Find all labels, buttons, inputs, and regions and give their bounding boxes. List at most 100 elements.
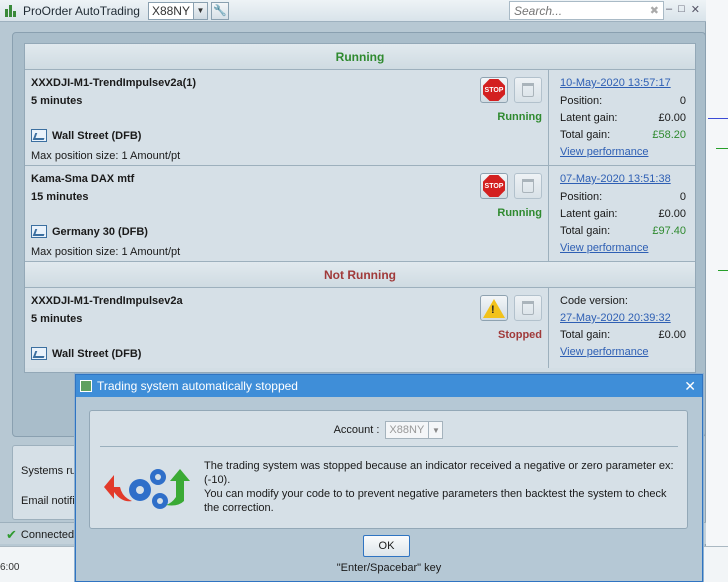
instrument-name: Germany 30 (DFB) bbox=[52, 225, 148, 238]
app-icon bbox=[4, 4, 18, 18]
system-name: Kama-Sma DAX mtf bbox=[31, 173, 135, 185]
dialog-account-select: X88NY ▼ bbox=[385, 421, 444, 439]
chart-icon bbox=[31, 347, 47, 360]
total-gain-label: Total gain: bbox=[560, 129, 611, 141]
window-title: ProOrder AutoTrading bbox=[23, 3, 140, 18]
account-select[interactable]: X88NY ▼ bbox=[147, 1, 208, 20]
trash-icon bbox=[522, 301, 534, 315]
total-gain-label: Total gain: bbox=[560, 329, 611, 341]
message-line-2: You can modify your code to to prevent n… bbox=[204, 488, 667, 514]
account-row: Account : X88NY ▼ bbox=[90, 421, 687, 439]
stop-button[interactable]: STOP bbox=[480, 77, 508, 103]
system-stats: Code version: 27-May-2020 20:39:32 Total… bbox=[555, 288, 691, 368]
message-line-1: The trading system was stopped because a… bbox=[204, 460, 674, 486]
view-performance-link[interactable]: View performance bbox=[560, 242, 648, 254]
connection-status: ✔ Connected bbox=[6, 527, 74, 543]
clear-search-icon[interactable]: ✖ bbox=[650, 4, 659, 17]
account-label: Account : bbox=[333, 424, 380, 436]
system-instrument: Germany 30 (DFB) bbox=[31, 225, 148, 238]
system-instrument: Wall Street (DFB) bbox=[31, 347, 141, 360]
system-info: XXXDJI-M1-TrendImpulsev2a 5 minutes Wall… bbox=[25, 288, 549, 368]
status-label: Running bbox=[497, 111, 542, 123]
latent-gain-value: £0.00 bbox=[658, 208, 686, 220]
total-gain-value: £58.20 bbox=[652, 129, 686, 141]
stop-icon: STOP bbox=[483, 175, 505, 197]
max-position-size: Max position size: 1 Amount/pt bbox=[31, 246, 181, 258]
system-timeframe: 5 minutes bbox=[31, 313, 83, 325]
dialog-title: Trading system automatically stopped bbox=[97, 379, 298, 393]
system-row: XXXDJI-M1-TrendImpulsev2a(1) 5 minutes W… bbox=[25, 70, 695, 166]
ok-button[interactable]: OK bbox=[363, 535, 410, 557]
stop-button[interactable]: STOP bbox=[480, 173, 508, 199]
position-label: Position: bbox=[560, 95, 603, 107]
system-name: XXXDJI-M1-TrendImpulsev2a(1) bbox=[31, 77, 197, 89]
title-bar: ProOrder AutoTrading X88NY ▼ 🔧 ✖ – □ ✕ bbox=[0, 0, 706, 22]
dialog-body: Account : X88NY ▼ The trading system was… bbox=[89, 410, 688, 529]
latent-gain-label: Latent gain: bbox=[560, 112, 618, 124]
stop-icon: STOP bbox=[483, 79, 505, 101]
search-box: ✖ bbox=[509, 1, 664, 20]
code-version-label: Code version: bbox=[560, 295, 628, 307]
system-row: Kama-Sma DAX mtf 15 minutes Germany 30 (… bbox=[25, 166, 695, 262]
position-value: 0 bbox=[679, 191, 686, 203]
instrument-name: Wall Street (DFB) bbox=[52, 347, 142, 360]
position-value: 0 bbox=[679, 95, 686, 107]
status-label: Stopped bbox=[498, 329, 542, 341]
instrument-name: Wall Street (DFB) bbox=[52, 129, 142, 142]
systems-running-label: Systems ru bbox=[21, 465, 77, 477]
keyboard-hint: "Enter/Spacebar" key bbox=[336, 562, 442, 574]
time-label: 6:00 bbox=[0, 562, 20, 573]
dialog-title-bar: Trading system automatically stopped bbox=[76, 375, 702, 397]
latent-gain-label: Latent gain: bbox=[560, 208, 618, 220]
code-version-link[interactable]: 27-May-2020 20:39:32 bbox=[560, 312, 671, 324]
dialog-message: The trading system was stopped because a… bbox=[204, 459, 674, 515]
app-icon bbox=[80, 380, 92, 392]
system-name: XXXDJI-M1-TrendImpulsev2a bbox=[31, 295, 183, 307]
delete-button[interactable] bbox=[514, 77, 542, 103]
system-timeframe: 5 minutes bbox=[31, 95, 83, 107]
system-timeframe: 15 minutes bbox=[31, 191, 89, 203]
delete-button[interactable] bbox=[514, 173, 542, 199]
start-date-link[interactable]: 10-May-2020 13:57:17 bbox=[560, 77, 671, 89]
total-gain-value: £0.00 bbox=[658, 329, 686, 341]
system-info: Kama-Sma DAX mtf 15 minutes Germany 30 (… bbox=[25, 166, 549, 261]
dialog-close-icon[interactable]: ✕ bbox=[684, 378, 696, 395]
warning-button[interactable]: ! bbox=[480, 295, 508, 321]
status-label: Running bbox=[497, 207, 542, 219]
gears-icon bbox=[104, 469, 190, 509]
search-input[interactable] bbox=[514, 3, 644, 18]
chart-icon bbox=[31, 129, 47, 142]
background-chart bbox=[706, 0, 728, 546]
delete-button[interactable] bbox=[514, 295, 542, 321]
position-label: Position: bbox=[560, 191, 603, 203]
trash-icon bbox=[522, 83, 534, 97]
total-gain-value: £97.40 bbox=[652, 225, 686, 237]
system-stats: 07-May-2020 13:51:38 Position: 0 Latent g… bbox=[555, 166, 691, 261]
minimize-button[interactable]: – bbox=[666, 3, 672, 16]
systems-list: Running XXXDJI-M1-TrendImpulsev2a(1) 5 m… bbox=[24, 43, 696, 373]
system-instrument: Wall Street (DFB) bbox=[31, 129, 141, 142]
divider bbox=[100, 446, 678, 447]
not-running-section-header: Not Running bbox=[25, 262, 695, 288]
close-button[interactable]: ✕ bbox=[691, 3, 700, 16]
latent-gain-value: £0.00 bbox=[658, 112, 686, 124]
total-gain-label: Total gain: bbox=[560, 225, 611, 237]
check-icon: ✔ bbox=[6, 527, 17, 542]
wrench-icon[interactable]: 🔧 bbox=[210, 1, 229, 20]
connection-label: Connected bbox=[20, 529, 75, 541]
max-position-size: Max position size: 1 Amount/pt bbox=[31, 150, 181, 162]
system-info: XXXDJI-M1-TrendImpulsev2a(1) 5 minutes W… bbox=[25, 70, 549, 165]
chevron-down-icon[interactable]: ▼ bbox=[192, 2, 207, 19]
running-section-header: Running bbox=[25, 44, 695, 70]
view-performance-link[interactable]: View performance bbox=[560, 346, 648, 358]
account-value: X88NY bbox=[151, 3, 190, 18]
chart-icon bbox=[31, 225, 47, 238]
stopped-dialog: Trading system automatically stopped ✕ A… bbox=[75, 374, 703, 582]
chevron-down-icon: ▼ bbox=[428, 422, 442, 438]
window-controls: – □ ✕ bbox=[666, 3, 700, 16]
maximize-button[interactable]: □ bbox=[678, 3, 685, 16]
start-date-link[interactable]: 07-May-2020 13:51:38 bbox=[560, 173, 671, 185]
email-notification-label: Email notifi bbox=[21, 495, 75, 507]
view-performance-link[interactable]: View performance bbox=[560, 146, 648, 158]
warning-icon: ! bbox=[483, 298, 505, 318]
